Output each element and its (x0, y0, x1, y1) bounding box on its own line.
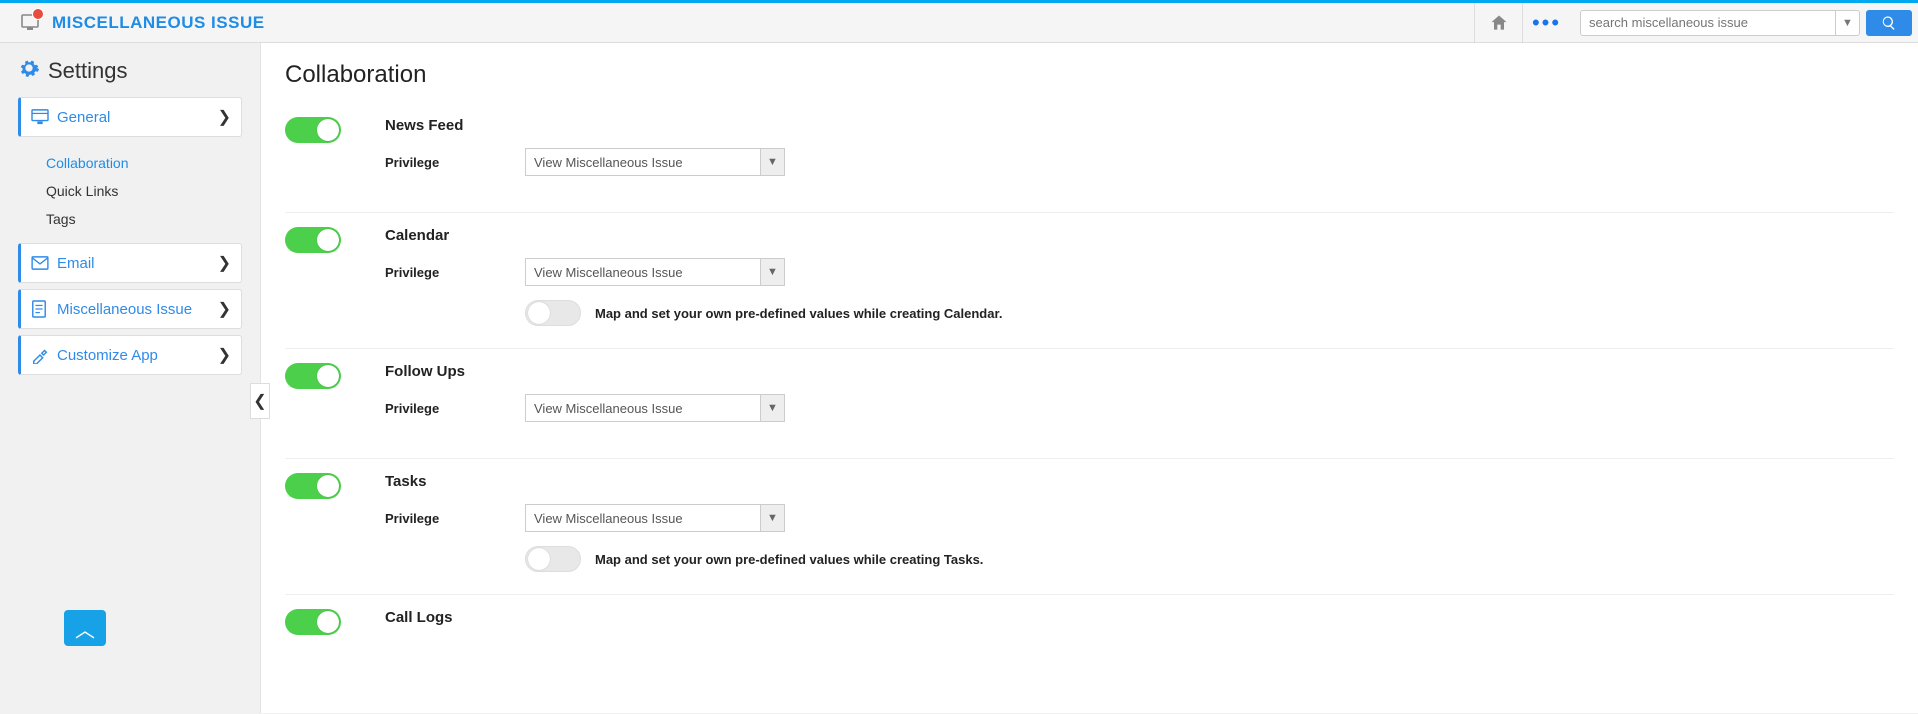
search-button[interactable] (1866, 10, 1912, 36)
toggle-map-calendar[interactable] (525, 300, 581, 326)
section-title: Tasks (385, 473, 1894, 490)
section-follow-ups: Follow Ups Privilege View Miscellaneous … (285, 348, 1894, 458)
toggle-tasks[interactable] (285, 473, 341, 499)
search-dropdown-button[interactable]: ▼ (1835, 11, 1859, 35)
document-icon (31, 300, 53, 318)
section-call-logs: Call Logs (285, 594, 1894, 662)
section-title: Follow Ups (385, 363, 1894, 380)
privilege-select-tasks[interactable]: View Miscellaneous Issue ▼ (525, 504, 785, 532)
select-value: View Miscellaneous Issue (526, 511, 760, 526)
sidebar: Settings General ❯ Collaboration Quick L… (0, 43, 260, 713)
map-row-tasks: Map and set your own pre-defined values … (385, 546, 1894, 572)
app-icon (20, 12, 44, 34)
section-news-feed: News Feed Privilege View Miscellaneous I… (285, 103, 1894, 212)
select-dropdown-button[interactable]: ▼ (760, 505, 784, 531)
app-title: MISCELLANEOUS ISSUE (52, 13, 265, 33)
search-box: ▼ (1580, 10, 1860, 36)
sidebar-title: Settings (18, 57, 242, 85)
sidebar-title-label: Settings (48, 58, 128, 84)
toggle-map-tasks[interactable] (525, 546, 581, 572)
privilege-label: Privilege (385, 401, 445, 416)
privilege-select-follow-ups[interactable]: View Miscellaneous Issue ▼ (525, 394, 785, 422)
sidebar-sub-collaboration[interactable]: Collaboration (46, 149, 242, 177)
ellipsis-icon: ••• (1532, 10, 1561, 36)
collapse-sidebar-button[interactable]: ❮ (250, 383, 270, 419)
sidebar-item-label: Email (57, 255, 218, 272)
section-title: Calendar (385, 227, 1894, 244)
sidebar-item-label: General (57, 109, 218, 126)
select-dropdown-button[interactable]: ▼ (760, 149, 784, 175)
chevron-right-icon: ❯ (218, 299, 231, 319)
privilege-label: Privilege (385, 265, 445, 280)
chevron-left-icon: ❮ (253, 391, 266, 411)
monitor-icon (31, 109, 53, 125)
section-title: Call Logs (385, 609, 1894, 626)
privilege-select-calendar[interactable]: View Miscellaneous Issue ▼ (525, 258, 785, 286)
map-hint-tasks: Map and set your own pre-defined values … (595, 552, 983, 567)
home-button[interactable] (1474, 3, 1522, 42)
privilege-row: Privilege View Miscellaneous Issue ▼ (385, 258, 1894, 286)
section-title: News Feed (385, 117, 1894, 134)
select-value: View Miscellaneous Issue (526, 401, 760, 416)
sidebar-sub-tags[interactable]: Tags (46, 205, 242, 233)
select-value: View Miscellaneous Issue (526, 265, 760, 280)
select-value: View Miscellaneous Issue (526, 155, 760, 170)
header-right: ••• ▼ (1474, 3, 1918, 42)
sidebar-item-label: Miscellaneous Issue (57, 301, 218, 318)
chevron-up-icon: ︿ (75, 614, 95, 643)
chevron-down-icon: ▼ (1842, 17, 1853, 29)
toggle-calendar[interactable] (285, 227, 341, 253)
home-icon (1489, 13, 1509, 33)
sidebar-item-customize-app[interactable]: Customize App ❯ (18, 335, 242, 375)
chevron-down-icon: ▼ (767, 156, 778, 168)
toggle-news-feed[interactable] (285, 117, 341, 143)
privilege-label: Privilege (385, 155, 445, 170)
chevron-down-icon: ▼ (767, 512, 778, 524)
chevron-down-icon: ▼ (767, 266, 778, 278)
toggle-call-logs[interactable] (285, 609, 341, 635)
gear-icon (18, 57, 40, 85)
chevron-right-icon: ❯ (218, 345, 231, 365)
map-row-calendar: Map and set your own pre-defined values … (385, 300, 1894, 326)
select-dropdown-button[interactable]: ▼ (760, 259, 784, 285)
notification-badge-icon (32, 8, 44, 20)
privilege-row: Privilege View Miscellaneous Issue ▼ (385, 394, 1894, 422)
chevron-right-icon: ❯ (218, 253, 231, 273)
search-icon (1881, 15, 1897, 31)
privilege-select-news-feed[interactable]: View Miscellaneous Issue ▼ (525, 148, 785, 176)
section-calendar: Calendar Privilege View Miscellaneous Is… (285, 212, 1894, 348)
privilege-row: Privilege View Miscellaneous Issue ▼ (385, 504, 1894, 532)
page: Settings General ❯ Collaboration Quick L… (0, 43, 1918, 713)
more-menu-button[interactable]: ••• (1522, 3, 1570, 42)
sidebar-item-misc-issue[interactable]: Miscellaneous Issue ❯ (18, 289, 242, 329)
section-tasks: Tasks Privilege View Miscellaneous Issue… (285, 458, 1894, 594)
tools-icon (31, 346, 53, 364)
chevron-right-icon: ❯ (218, 107, 231, 127)
main-content: Collaboration News Feed Privilege View M… (261, 43, 1918, 713)
privilege-label: Privilege (385, 511, 445, 526)
sidebar-item-general[interactable]: General ❯ (18, 97, 242, 137)
header-left: MISCELLANEOUS ISSUE (0, 12, 265, 34)
map-hint-calendar: Map and set your own pre-defined values … (595, 306, 1002, 321)
scroll-to-top-button[interactable]: ︿ (64, 610, 106, 646)
sidebar-general-subitems: Collaboration Quick Links Tags (18, 143, 242, 243)
page-title: Collaboration (285, 61, 1894, 89)
sidebar-divider: ❮ (260, 43, 261, 713)
sidebar-sub-quick-links[interactable]: Quick Links (46, 177, 242, 205)
search-wrap: ▼ (1570, 3, 1918, 42)
search-input[interactable] (1581, 15, 1835, 30)
chevron-down-icon: ▼ (767, 402, 778, 414)
toggle-follow-ups[interactable] (285, 363, 341, 389)
mail-icon (31, 256, 53, 270)
select-dropdown-button[interactable]: ▼ (760, 395, 784, 421)
sidebar-item-email[interactable]: Email ❯ (18, 243, 242, 283)
privilege-row: Privilege View Miscellaneous Issue ▼ (385, 148, 1894, 176)
app-header: MISCELLANEOUS ISSUE ••• ▼ (0, 3, 1918, 43)
sidebar-item-label: Customize App (57, 347, 218, 364)
